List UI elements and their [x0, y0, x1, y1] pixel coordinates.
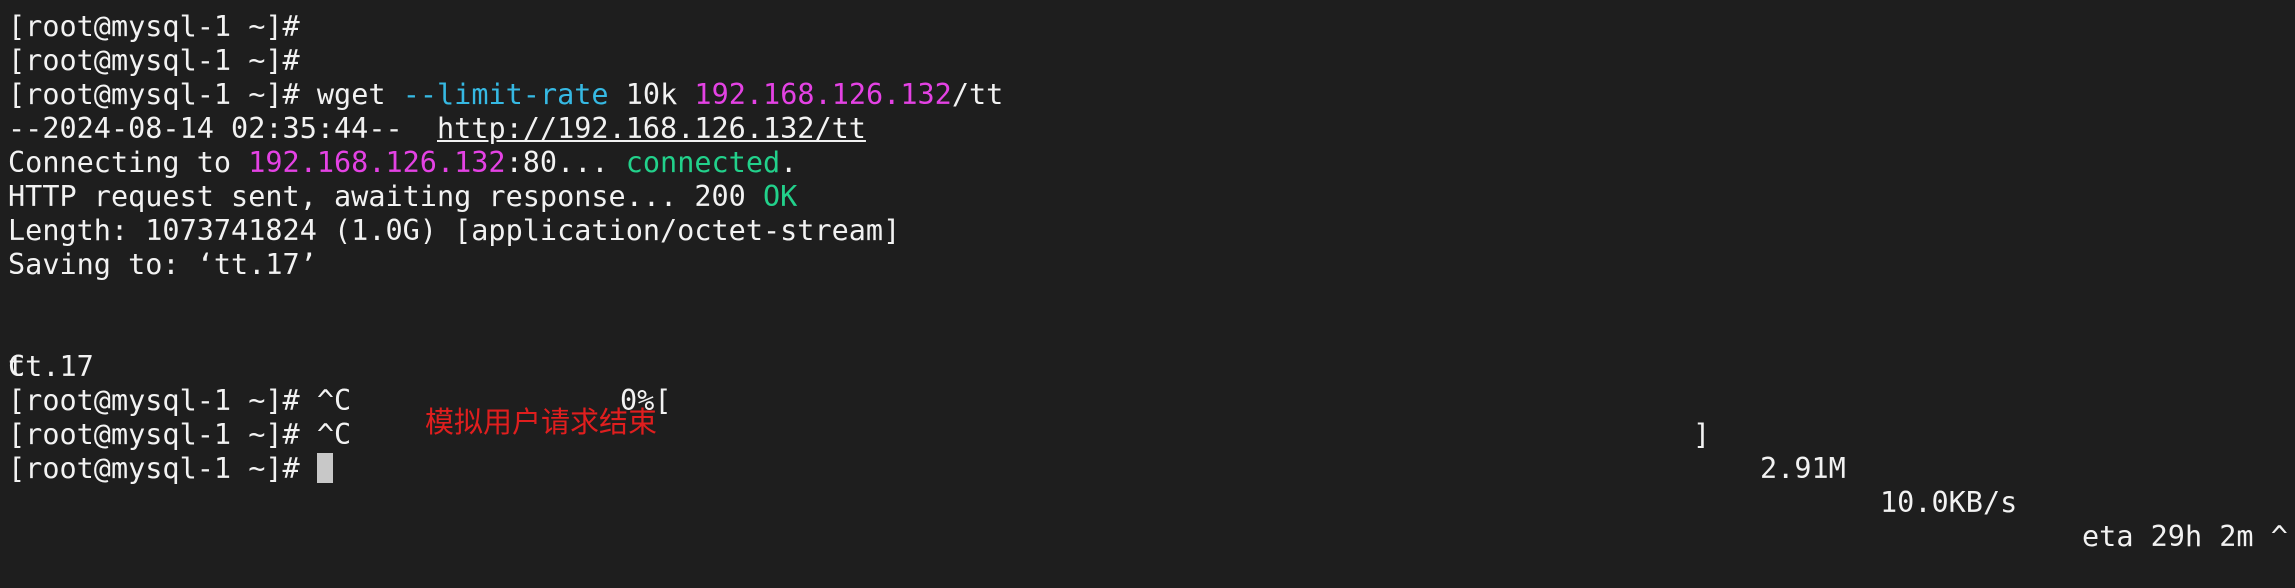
terminal-line: [root@mysql-1 ~]# ^C — [0, 384, 2295, 418]
prompt: [root@mysql-1 ~]# — [8, 452, 300, 485]
terminal-line: [root@mysql-1 ~]# ^C — [0, 418, 2295, 452]
prompt: [root@mysql-1 ~]# — [8, 384, 300, 417]
output-line: Length: 1073741824 (1.0G) [application/o… — [0, 214, 2295, 248]
output-line: Connecting to 192.168.126.132:80... conn… — [0, 146, 2295, 180]
active-prompt-line[interactable]: [root@mysql-1 ~]# — [0, 452, 2295, 486]
terminal-line: [root@mysql-1 ~]# — [0, 44, 2295, 78]
url-link[interactable]: http://192.168.126.132/tt — [437, 112, 866, 145]
length-text: Length: 1073741824 (1.0G) [application/o… — [8, 214, 901, 247]
progress-eta: eta 29h 2m ^ — [2082, 520, 2288, 553]
interrupt-signal: ^C — [316, 384, 352, 417]
annotation-label: 模拟用户请求结束 — [425, 405, 658, 439]
command-line: [root@mysql-1 ~]# wget --limit-rate 10k … — [0, 78, 2295, 112]
output-line: HTTP request sent, awaiting response... … — [0, 180, 2295, 214]
terminal-line: [root@mysql-1 ~]# — [0, 10, 2295, 44]
saving-text: Saving to: ‘tt.17’ — [8, 248, 317, 281]
text-cursor[interactable] — [316, 453, 333, 483]
connecting-port: :80 — [505, 146, 558, 179]
progress-line: tt.17 0%[ ] 2.91M 10.0KB/s eta 29h 2m ^ — [0, 316, 2295, 553]
output-line: Saving to: ‘tt.17’ — [0, 248, 2295, 282]
output-line: --2024-08-14 02:35:44-- http://192.168.1… — [0, 112, 2295, 146]
progress-wrap: C — [8, 350, 26, 383]
interrupt-signal: ^C — [316, 418, 352, 451]
connected-period: . — [780, 146, 798, 179]
output-line: C — [0, 350, 2295, 384]
prompt: [root@mysql-1 ~]# — [8, 10, 300, 43]
prompt: [root@mysql-1 ~]# — [8, 418, 300, 451]
prompt: [root@mysql-1 ~]# — [8, 44, 300, 77]
command-rate: 10k — [625, 78, 678, 111]
connecting-dots: ... — [557, 146, 626, 179]
http-ok-status: OK — [762, 180, 798, 213]
connecting-host: 192.168.126.132 — [248, 146, 506, 179]
progress-speed: 10.0KB/s — [1880, 486, 2018, 519]
terminal-window[interactable]: [root@mysql-1 ~]# [root@mysql-1 ~]# [roo… — [0, 0, 2295, 555]
http-status-text: HTTP request sent, awaiting response... … — [8, 180, 763, 213]
command-host: 192.168.126.132 — [694, 78, 952, 111]
connecting-prefix: Connecting to — [8, 146, 249, 179]
command-option: --limit-rate — [402, 78, 609, 111]
command-program: wget — [316, 78, 386, 111]
prompt: [root@mysql-1 ~]# — [8, 78, 300, 111]
timestamp: --2024-08-14 02:35:44-- — [8, 112, 403, 145]
connected-status: connected — [625, 146, 781, 179]
command-path: /tt — [951, 78, 1004, 111]
